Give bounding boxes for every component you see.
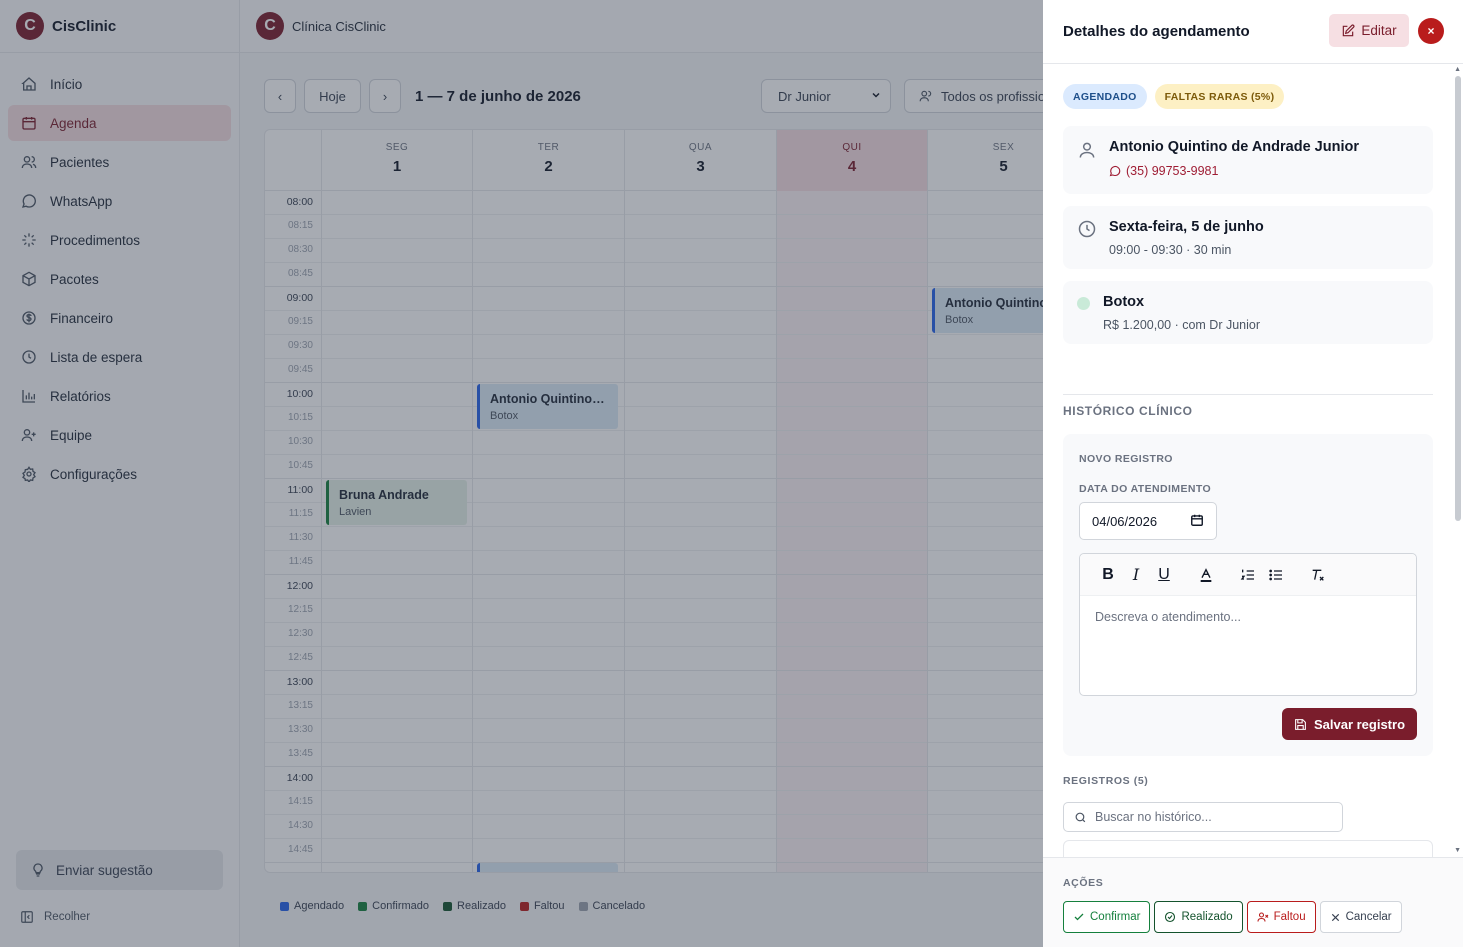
history-title: HISTÓRICO CLÍNICO bbox=[1063, 404, 1193, 418]
user-x-icon bbox=[1257, 911, 1269, 923]
missed-button[interactable]: Faltou bbox=[1246, 901, 1316, 933]
italic-icon[interactable]: I bbox=[1122, 561, 1150, 589]
appointment-time: 09:00 - 09:30 · 30 min bbox=[1109, 243, 1232, 257]
service-name: Botox bbox=[1103, 294, 1145, 310]
datetime-card: Sexta-feira, 5 de junho 09:00 - 09:30 · … bbox=[1063, 206, 1433, 269]
actions-title: AÇÕES bbox=[1063, 877, 1104, 889]
user-icon bbox=[1077, 140, 1097, 160]
confirm-button[interactable]: Confirmar bbox=[1063, 901, 1151, 933]
new-record-title: NOVO REGISTRO bbox=[1079, 453, 1173, 465]
patient-name: Antonio Quintino de Andrade Junior bbox=[1109, 139, 1359, 155]
search-icon bbox=[1074, 811, 1087, 824]
service-card: Botox R$ 1.200,00 · com Dr Junior bbox=[1063, 281, 1433, 344]
x-icon bbox=[1330, 912, 1341, 923]
patient-phone[interactable]: (35) 99753-9981 bbox=[1109, 164, 1218, 178]
underline-icon[interactable]: U bbox=[1150, 561, 1178, 589]
close-button[interactable]: × bbox=[1418, 18, 1444, 44]
done-label: Realizado bbox=[1181, 911, 1233, 923]
service-color-dot bbox=[1077, 297, 1090, 310]
badges: AGENDADO FALTAS RARAS (5%) bbox=[1063, 84, 1292, 109]
panel-title: Detalhes do agendamento bbox=[1063, 23, 1250, 40]
save-icon bbox=[1294, 718, 1307, 731]
modal-backdrop[interactable] bbox=[0, 0, 1043, 947]
appointment-details-panel: Detalhes do agendamento Editar × AGENDAD… bbox=[1043, 0, 1463, 947]
done-button[interactable]: Realizado bbox=[1154, 901, 1243, 933]
whatsapp-icon bbox=[1109, 165, 1121, 177]
scroll-down-arrow[interactable]: ▼ bbox=[1454, 847, 1461, 854]
status-badge: AGENDADO bbox=[1063, 84, 1147, 109]
editor-toolbar: B I U bbox=[1080, 554, 1416, 596]
missed-label: Faltou bbox=[1273, 911, 1306, 923]
bold-icon[interactable]: B bbox=[1094, 561, 1122, 589]
patient-card: Antonio Quintino de Andrade Junior (35) … bbox=[1063, 126, 1433, 194]
bullet-list-icon[interactable] bbox=[1262, 561, 1290, 589]
close-icon: × bbox=[1427, 24, 1435, 38]
history-search-input[interactable]: Buscar no histórico... bbox=[1063, 802, 1343, 832]
cancel-button[interactable]: Cancelar bbox=[1319, 901, 1402, 933]
records-title: REGISTROS (5) bbox=[1063, 775, 1149, 787]
date-value: 04/06/2026 bbox=[1092, 513, 1158, 529]
service-detail: R$ 1.200,00 · com Dr Junior bbox=[1103, 318, 1261, 332]
clock-icon bbox=[1077, 219, 1097, 239]
editor-placeholder: Descreva o atendimento... bbox=[1095, 610, 1241, 624]
check-circle-icon bbox=[1164, 911, 1176, 923]
edit-icon bbox=[1341, 24, 1355, 38]
calendar-icon bbox=[1190, 513, 1204, 530]
check-icon bbox=[1073, 911, 1085, 923]
edit-label: Editar bbox=[1361, 23, 1397, 38]
actions-footer: AÇÕES Confirmar Realizado Faltou Cancela… bbox=[1043, 857, 1463, 947]
clear-format-icon[interactable] bbox=[1304, 561, 1332, 589]
attendance-badge: FALTAS RARAS (5%) bbox=[1154, 84, 1285, 109]
rich-text-editor[interactable]: B I U Descreva o atendimento... bbox=[1079, 553, 1417, 696]
record-item[interactable] bbox=[1063, 840, 1433, 857]
panel-body: AGENDADO FALTAS RARAS (5%) Antonio Quint… bbox=[1043, 64, 1463, 857]
new-record-form: NOVO REGISTRO DATA DO ATENDIMENTO 04/06/… bbox=[1063, 434, 1433, 756]
date-field-label: DATA DO ATENDIMENTO bbox=[1079, 483, 1212, 495]
scrollbar[interactable] bbox=[1455, 76, 1461, 521]
cancel-label: Cancelar bbox=[1345, 911, 1392, 923]
search-placeholder: Buscar no histórico... bbox=[1095, 810, 1212, 824]
appointment-date: Sexta-feira, 5 de junho bbox=[1109, 219, 1264, 235]
confirm-label: Confirmar bbox=[1090, 911, 1141, 923]
ordered-list-icon[interactable] bbox=[1234, 561, 1262, 589]
patient-phone-number: (35) 99753-9981 bbox=[1126, 164, 1219, 178]
action-buttons: Confirmar Realizado Faltou Cancelar bbox=[1063, 901, 1406, 933]
save-record-button[interactable]: Salvar registro bbox=[1282, 708, 1417, 740]
date-field[interactable]: 04/06/2026 bbox=[1079, 502, 1217, 540]
text-color-icon[interactable] bbox=[1192, 561, 1220, 589]
save-record-label: Salvar registro bbox=[1313, 716, 1406, 732]
edit-button[interactable]: Editar bbox=[1329, 14, 1409, 47]
divider bbox=[1063, 394, 1433, 395]
scroll-up-arrow[interactable]: ▲ bbox=[1454, 66, 1461, 73]
